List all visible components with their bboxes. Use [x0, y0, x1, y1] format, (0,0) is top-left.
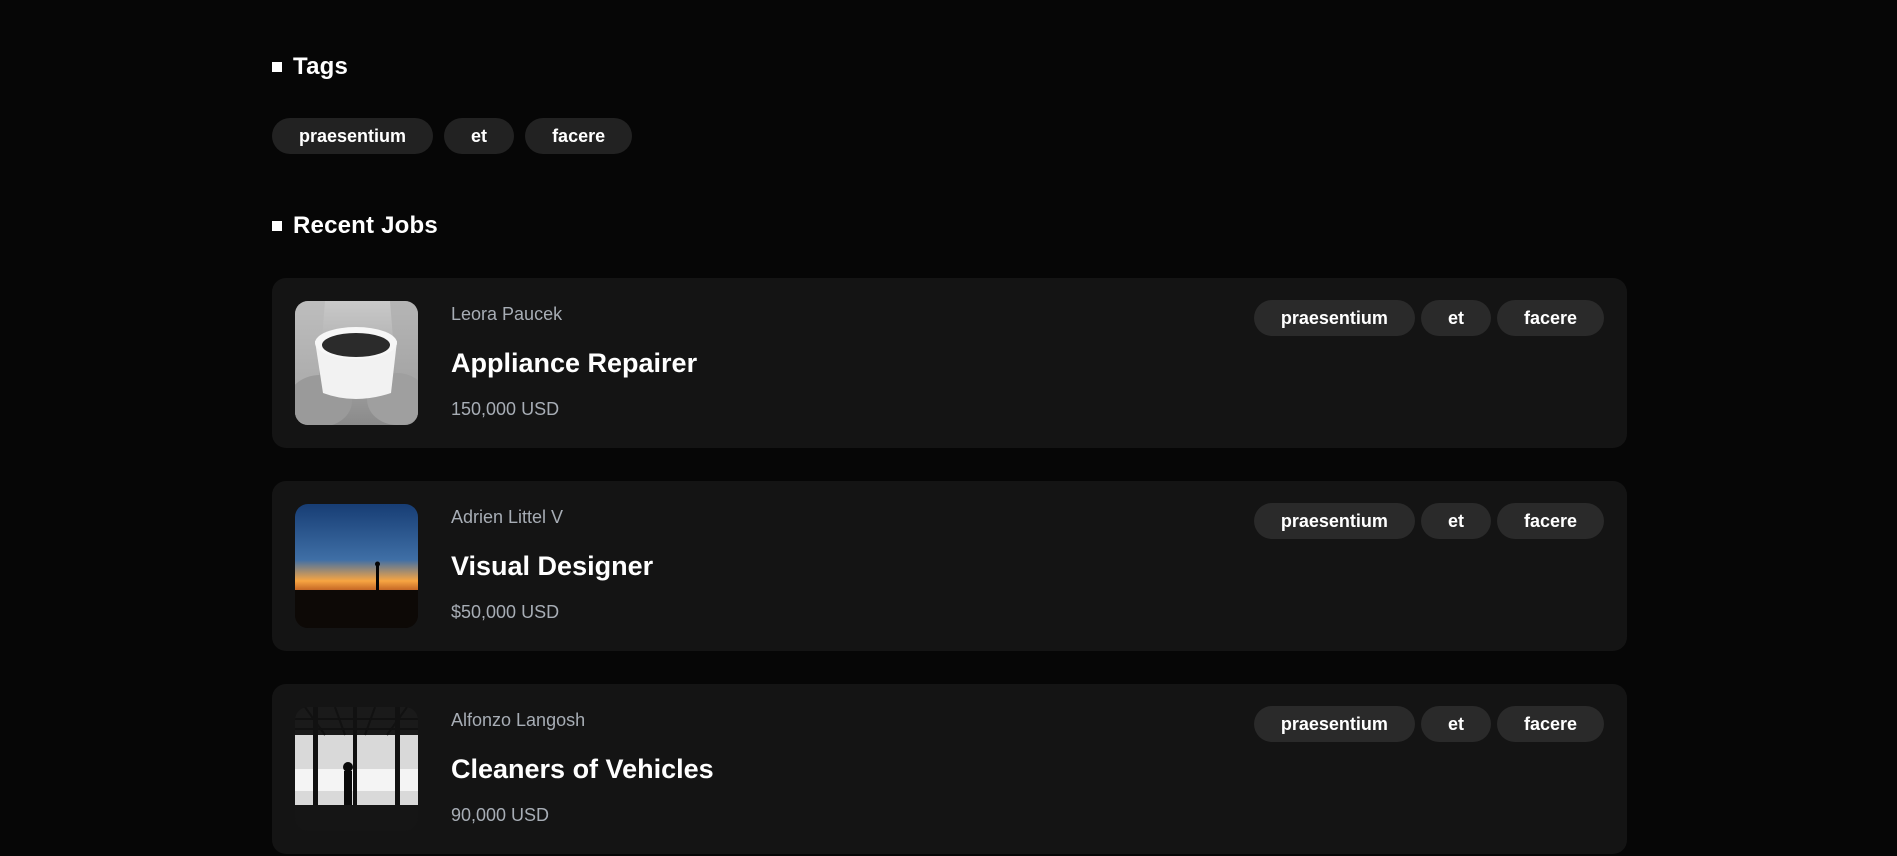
job-tag-et[interactable]: et — [1420, 300, 1491, 336]
job-title[interactable]: Visual Designer — [451, 551, 653, 582]
job-card[interactable]: Alfonzo Langosh Cleaners of Vehicles 90,… — [272, 684, 1627, 854]
job-list: Leora Paucek Appliance Repairer 150,000 … — [272, 278, 1627, 856]
window-silhouette-image — [295, 707, 418, 831]
job-title[interactable]: Cleaners of Vehicles — [451, 754, 714, 785]
job-company: Alfonzo Langosh — [451, 710, 586, 730]
job-company: Adrien Littel V — [451, 507, 564, 527]
job-salary: $50,000 USD — [451, 602, 560, 622]
job-tag-facere[interactable]: facere — [1496, 300, 1604, 336]
recent-jobs-heading: Recent Jobs — [272, 211, 438, 241]
job-tags: praesentium et facere — [1253, 503, 1604, 539]
tags-heading: Tags — [272, 52, 348, 82]
job-tag-praesentium[interactable]: praesentium — [1253, 300, 1415, 336]
job-tag-facere[interactable]: facere — [1496, 706, 1604, 742]
page: Tags praesentium et facere Recent Jobs L… — [0, 0, 1897, 856]
tags-list: praesentium et facere — [272, 118, 633, 154]
job-salary: 90,000 USD — [451, 805, 550, 825]
tag-praesentium[interactable]: praesentium — [272, 118, 434, 154]
job-tag-et[interactable]: et — [1420, 503, 1491, 539]
square-bullet-icon — [272, 62, 282, 72]
job-tag-praesentium[interactable]: praesentium — [1253, 503, 1415, 539]
tag-et[interactable]: et — [444, 118, 515, 154]
job-card[interactable]: Adrien Littel V Visual Designer $50,000 … — [272, 481, 1627, 651]
square-bullet-icon — [272, 221, 282, 231]
job-tags: praesentium et facere — [1253, 706, 1604, 742]
job-card[interactable]: Leora Paucek Appliance Repairer 150,000 … — [272, 278, 1627, 448]
job-tag-praesentium[interactable]: praesentium — [1253, 706, 1415, 742]
job-tag-et[interactable]: et — [1420, 706, 1491, 742]
sunset-silhouette-image — [295, 504, 418, 628]
tag-facere[interactable]: facere — [525, 118, 633, 154]
job-salary: 150,000 USD — [451, 399, 560, 419]
job-tag-facere[interactable]: facere — [1496, 503, 1604, 539]
recent-jobs-heading-text: Recent Jobs — [293, 212, 438, 239]
job-title[interactable]: Appliance Repairer — [451, 348, 697, 379]
coffee-cup-image — [295, 301, 418, 425]
tags-heading-text: Tags — [293, 53, 349, 80]
job-tags: praesentium et facere — [1253, 300, 1604, 336]
job-company: Leora Paucek — [451, 304, 563, 324]
